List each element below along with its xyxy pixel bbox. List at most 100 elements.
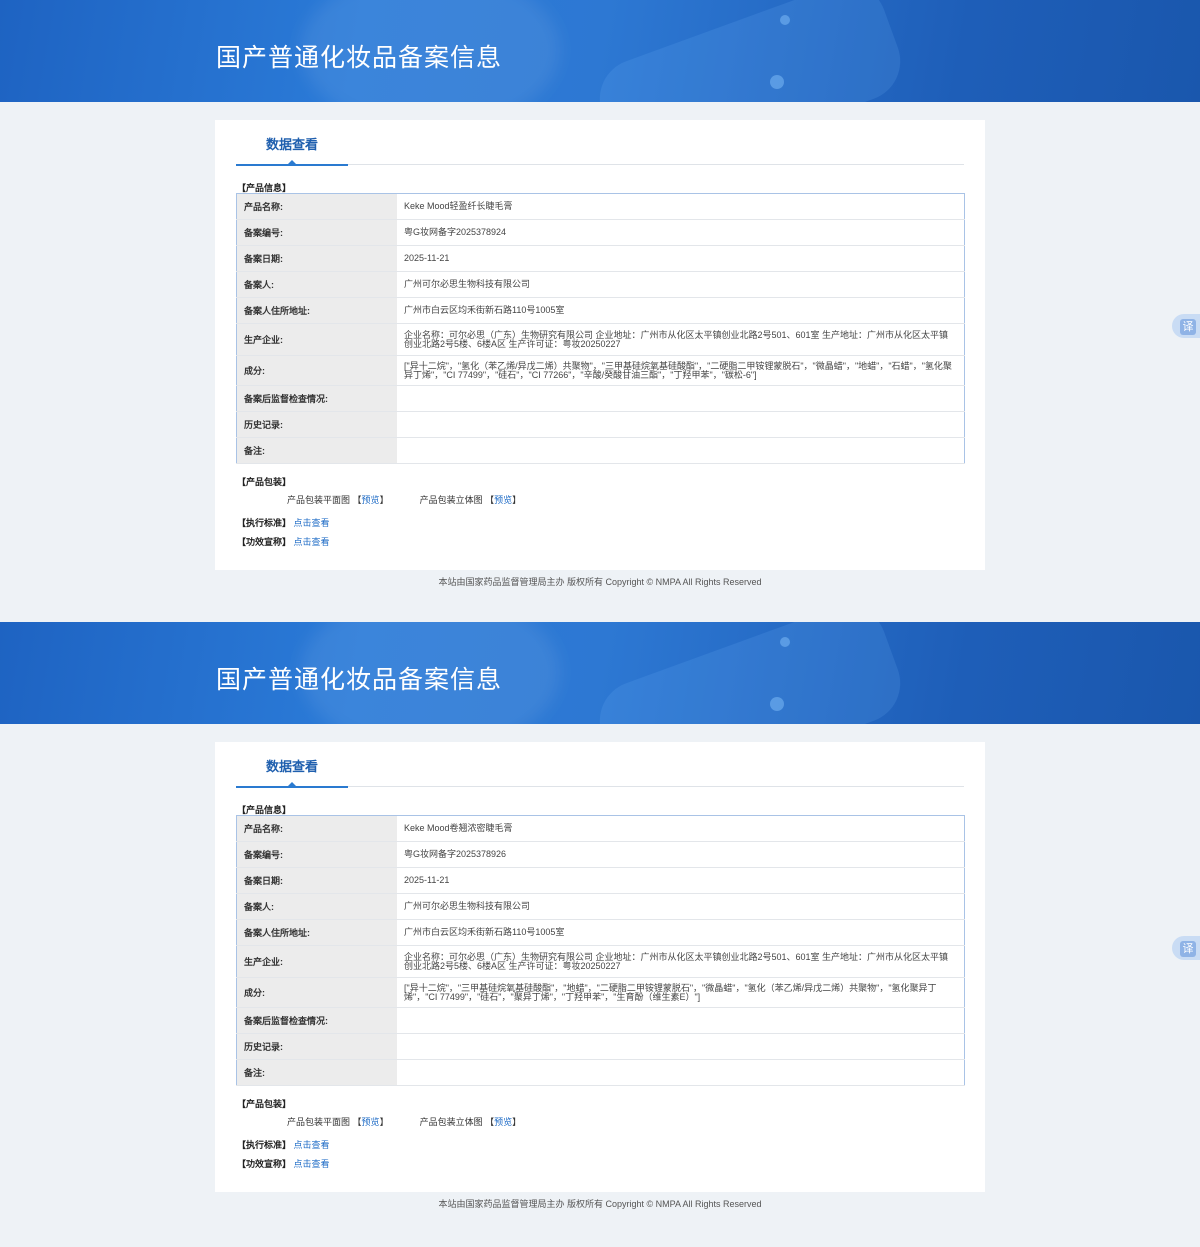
section-efficacy: 【功效宣称】 点击查看 [237,535,330,548]
tab-data-view[interactable]: 数据查看 [236,742,348,788]
tab-data-view[interactable]: 数据查看 [236,120,348,166]
pack-flat-label: 产品包装平面图 [287,495,351,505]
field-value [397,1059,965,1086]
field-label: 备注: [236,1059,397,1086]
record-page: 国产普通化妆品备案信息 数据查看 【产品信息】 产品名称: Keke Mood轻盈… [0,0,1200,622]
field-value: Keke Mood卷翘浓密睫毛膏 [397,815,965,842]
pack-flat-preview-link[interactable]: 预览 [362,495,380,505]
field-label: 备案人住所地址: [236,297,397,324]
field-value: 粤G妆网备字2025378926 [397,841,965,868]
table-row: 产品名称: Keke Mood轻盈纤长睫毛膏 [236,193,965,220]
standard-label: 【执行标准】 [237,518,292,528]
packaging-row: 产品包装平面图 【预览】 产品包装立体图 【预览】 [287,1115,521,1128]
table-row: 备案编号: 粤G妆网备字2025378926 [236,841,965,868]
banner-dot [780,15,790,25]
table-row: 历史记录: [236,411,965,438]
field-value: 粤G妆网备字2025378924 [397,219,965,246]
record-page: 国产普通化妆品备案信息 数据查看 【产品信息】 产品名称: Keke Mood卷翘… [0,622,1200,1244]
bracket: 】 [512,495,522,505]
table-row: 备案后监督检查情况: [236,385,965,412]
field-label: 备案日期: [236,245,397,272]
bracket: 【 [485,1117,495,1127]
field-label: 备案编号: [236,219,397,246]
pack-3d-label: 产品包装立体图 [419,1117,483,1127]
field-label: 成分: [236,977,397,1008]
efficacy-label: 【功效宣称】 [237,537,292,547]
standard-view-link[interactable]: 点击查看 [294,1140,330,1150]
section-efficacy: 【功效宣称】 点击查看 [237,1157,330,1170]
table-row: 生产企业: 企业名称：可尔必思（广东）生物研究有限公司 企业地址：广州市从化区太平… [236,945,965,978]
field-label: 成分: [236,355,397,386]
translate-icon: 译 [1180,941,1196,957]
translate-button[interactable]: 译 [1172,314,1200,338]
field-value: Keke Mood轻盈纤长睫毛膏 [397,193,965,220]
field-value [397,411,965,438]
efficacy-view-link[interactable]: 点击查看 [294,537,330,547]
field-value: 2025-11-21 [397,245,965,272]
section-packaging: 【产品包装】 [237,1099,292,1109]
field-value [397,385,965,412]
bracket: 】 [512,1117,522,1127]
field-label: 备案后监督检查情况: [236,1007,397,1034]
banner-dot [770,75,784,89]
pack-flat-label: 产品包装平面图 [287,1117,351,1127]
page-root: 国产普通化妆品备案信息 数据查看 【产品信息】 产品名称: Keke Mood轻盈… [0,0,1200,1244]
bracket: 【 [485,495,495,505]
table-row: 产品名称: Keke Mood卷翘浓密睫毛膏 [236,815,965,842]
field-value: ["异十二烷"，"氢化（苯乙烯/异戊二烯）共聚物"，"三甲基硅烷氧基硅酸酯"，"… [397,355,965,386]
table-row: 历史记录: [236,1033,965,1060]
standard-view-link[interactable]: 点击查看 [294,518,330,528]
field-label: 生产企业: [236,323,397,356]
table-row: 备注: [236,1059,965,1086]
bracket: 】 [379,495,389,505]
product-info-table: 产品名称: Keke Mood卷翘浓密睫毛膏 备案编号: 粤G妆网备字20253789… [236,815,965,1086]
field-value [397,437,965,464]
field-label: 备案日期: [236,867,397,894]
section-standard: 【执行标准】 点击查看 [237,1138,330,1151]
field-label: 备案人: [236,893,397,920]
table-row: 成分: ["异十二烷"，"氢化（苯乙烯/异戊二烯）共聚物"，"三甲基硅烷氧基硅酸酯… [236,355,965,386]
header-banner: 国产普通化妆品备案信息 [0,622,1200,724]
field-value: 2025-11-21 [397,867,965,894]
footer-copyright: 本站由国家药品监督管理局主办 版权所有 Copyright © NMPA All… [438,577,762,587]
table-row: 成分: ["异十二烷"，"三甲基硅烷氧基硅酸酯"，"地蜡"，"二硬脂二甲铵锂蒙脱石… [236,977,965,1008]
tab-indicator-icon [287,160,297,165]
table-row: 备案人: 广州可尔必思生物科技有限公司 [236,893,965,920]
field-value: 广州市白云区均禾街新石路110号1005室 [397,919,965,946]
table-row: 备注: [236,437,965,464]
field-label: 备案人: [236,271,397,298]
field-value [397,1007,965,1034]
page-title: 国产普通化妆品备案信息 [216,666,503,694]
bracket: 【 [352,1117,362,1127]
banner-dot [770,697,784,711]
header-banner: 国产普通化妆品备案信息 [0,0,1200,102]
translate-icon: 译 [1180,319,1196,335]
detail-card: 数据查看 【产品信息】 产品名称: Keke Mood卷翘浓密睫毛膏 备案编号: 粤G… [215,742,985,1192]
packaging-row: 产品包装平面图 【预览】 产品包装立体图 【预览】 [287,493,521,506]
detail-card: 数据查看 【产品信息】 产品名称: Keke Mood轻盈纤长睫毛膏 备案编号: 粤G… [215,120,985,570]
field-label: 产品名称: [236,815,397,842]
pack-3d-preview-link[interactable]: 预览 [494,495,512,505]
tab-label: 数据查看 [265,137,318,152]
tab-indicator-icon [287,782,297,787]
section-standard: 【执行标准】 点击查看 [237,516,330,529]
translate-button[interactable]: 译 [1172,936,1200,960]
field-value: ["异十二烷"，"三甲基硅烷氧基硅酸酯"，"地蜡"，"二硬脂二甲铵锂蒙脱石"，"… [397,977,965,1008]
table-row: 备案日期: 2025-11-21 [236,245,965,272]
field-label: 产品名称: [236,193,397,220]
banner-glow [588,0,912,102]
banner-glow [588,622,912,724]
field-label: 备案后监督检查情况: [236,385,397,412]
field-value: 企业名称：可尔必思（广东）生物研究有限公司 企业地址：广州市从化区太平镇创业北路… [397,323,965,356]
pack-3d-label: 产品包装立体图 [419,495,483,505]
efficacy-view-link[interactable]: 点击查看 [294,1159,330,1169]
pack-flat-preview-link[interactable]: 预览 [362,1117,380,1127]
field-label: 备注: [236,437,397,464]
tab-label: 数据查看 [265,759,318,774]
standard-label: 【执行标准】 [237,1140,292,1150]
footer-copyright: 本站由国家药品监督管理局主办 版权所有 Copyright © NMPA All… [438,1199,762,1209]
table-row: 备案人住所地址: 广州市白云区均禾街新石路110号1005室 [236,919,965,946]
pack-3d-preview-link[interactable]: 预览 [494,1117,512,1127]
tab-bar: 数据查看 [236,742,964,788]
field-value [397,1033,965,1060]
